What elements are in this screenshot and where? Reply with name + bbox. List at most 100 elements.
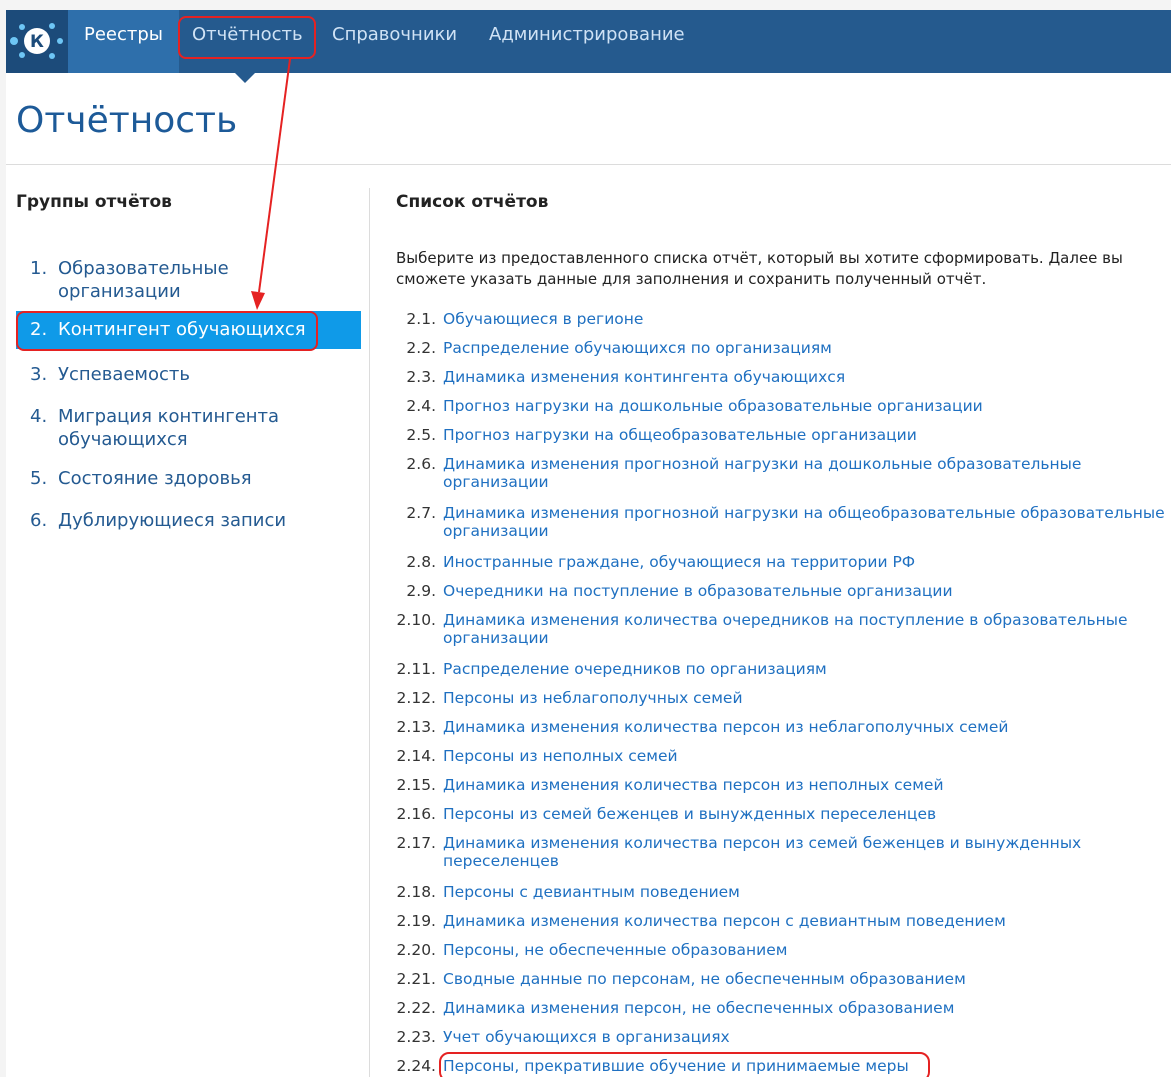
group-number: 3. xyxy=(30,364,48,385)
group-number: 2. xyxy=(30,319,48,340)
report-link[interactable]: 2.19. Динамика изменения количества персо… xyxy=(386,912,1171,941)
group-number: 4. xyxy=(30,406,48,427)
report-link[interactable]: 2.14. Персоны из неполных семей xyxy=(386,747,1171,776)
report-number: 2.10. xyxy=(396,611,436,629)
report-label[interactable]: Прогноз нагрузки на общеобразовательные … xyxy=(443,426,1171,444)
report-label[interactable]: Персоны из семей беженцев и вынужденных … xyxy=(443,805,1171,823)
report-label[interactable]: Динамика изменения контингента обучающих… xyxy=(443,368,1171,386)
group-number: 6. xyxy=(30,510,48,531)
report-number: 2.8. xyxy=(406,553,436,571)
nav-reports[interactable]: Отчётность xyxy=(176,10,319,73)
app-window: К Реестры Отчётность Справочники Админис… xyxy=(6,10,1171,1077)
report-label[interactable]: Динамика изменения количества персон с д… xyxy=(443,912,1171,930)
group-item-health[interactable]: 5. Состояние здоровья xyxy=(16,467,361,495)
report-link[interactable]: 2.16. Персоны из семей беженцев и вынужде… xyxy=(386,805,1171,834)
report-number: 2.17. xyxy=(396,834,436,852)
report-link[interactable]: 2.10. Динамика изменения количества очере… xyxy=(386,611,1171,660)
report-link[interactable]: 2.23. Учет обучающихся в организациях xyxy=(386,1028,1171,1057)
report-number: 2.12. xyxy=(396,689,436,707)
report-number: 2.5. xyxy=(406,426,436,444)
report-label[interactable]: Очередники на поступление в образователь… xyxy=(443,582,1171,600)
report-link[interactable]: 2.1. Обучающиеся в регионе xyxy=(386,310,1171,339)
group-label: Миграция контингента обучающихся xyxy=(58,406,280,450)
report-label[interactable]: Динамика изменения прогнозной нагрузки н… xyxy=(443,504,1171,540)
nav-reference-books[interactable]: Справочники xyxy=(316,10,473,73)
report-groups-list: 1. Образовательные организации 2. Контин… xyxy=(16,257,361,537)
report-label[interactable]: Учет обучающихся в организациях xyxy=(443,1028,1171,1046)
report-label[interactable]: Персоны из неблагополучных семей xyxy=(443,689,1171,707)
report-number: 2.13. xyxy=(396,718,436,736)
report-label[interactable]: Прогноз нагрузки на дошкольные образоват… xyxy=(443,397,1171,415)
report-link[interactable]: 2.12. Персоны из неблагополучных семей xyxy=(386,689,1171,718)
report-label[interactable]: Динамика изменения количества персон из … xyxy=(443,834,1093,870)
report-label[interactable]: Динамика изменения количества персон из … xyxy=(443,718,1171,736)
report-link[interactable]: 2.24. Персоны, прекратившие обучение и пр… xyxy=(386,1057,1171,1077)
report-list-heading: Список отчётов xyxy=(396,192,549,212)
report-label[interactable]: Иностранные граждане, обучающиеся на тер… xyxy=(443,553,1171,571)
report-link[interactable]: 2.8. Иностранные граждане, обучающиеся на… xyxy=(386,553,1171,582)
report-label[interactable]: Персоны из неполных семей xyxy=(443,747,1171,765)
report-groups-heading: Группы отчётов xyxy=(16,192,172,212)
page-title: Отчётность xyxy=(16,100,238,141)
report-number: 2.16. xyxy=(396,805,436,823)
group-label: Успеваемость xyxy=(58,364,191,385)
report-link[interactable]: 2.22. Динамика изменения персон, не обесп… xyxy=(386,999,1171,1028)
report-label[interactable]: Сводные данные по персонам, не обеспечен… xyxy=(443,970,1171,988)
report-number: 2.20. xyxy=(396,941,436,959)
top-navigation-bar: К Реестры Отчётность Справочники Админис… xyxy=(6,10,1171,73)
report-link[interactable]: 2.21. Сводные данные по персонам, не обес… xyxy=(386,970,1171,999)
report-number: 2.18. xyxy=(396,883,436,901)
report-link[interactable]: 2.2. Распределение обучающихся по организ… xyxy=(386,339,1171,368)
report-link[interactable]: 2.15. Динамика изменения количества персо… xyxy=(386,776,1171,805)
report-label[interactable]: Динамика изменения прогнозной нагрузки н… xyxy=(443,455,1103,491)
report-label[interactable]: Персоны, не обеспеченные образованием xyxy=(443,941,1171,959)
report-link[interactable]: 2.6. Динамика изменения прогнозной нагруз… xyxy=(386,455,1171,504)
group-item-performance[interactable]: 3. Успеваемость xyxy=(16,363,361,391)
report-link[interactable]: 2.20. Персоны, не обеспеченные образовани… xyxy=(386,941,1171,970)
report-number: 2.1. xyxy=(406,310,436,328)
report-number: 2.6. xyxy=(406,455,436,473)
report-link[interactable]: 2.17. Динамика изменения количества персо… xyxy=(386,834,1171,883)
report-number: 2.19. xyxy=(396,912,436,930)
report-list-intro: Выберите из предоставленного списка отчё… xyxy=(396,249,1123,288)
group-label: Контингент обучающихся xyxy=(58,319,306,340)
report-number: 2.15. xyxy=(396,776,436,794)
report-label[interactable]: Динамика изменения количества персон из … xyxy=(443,776,1171,794)
report-list: 2.1. Обучающиеся в регионе 2.2. Распределе… xyxy=(386,310,1171,1077)
report-number: 2.24. xyxy=(396,1057,436,1075)
report-number: 2.2. xyxy=(406,339,436,357)
report-link[interactable]: 2.11. Распределение очередников по органи… xyxy=(386,660,1171,689)
report-label[interactable]: Распределение обучающихся по организация… xyxy=(443,339,1171,357)
group-item-duplicates[interactable]: 6. Дублирующиеся записи xyxy=(16,509,361,537)
report-number: 2.14. xyxy=(396,747,436,765)
nav-administration[interactable]: Администрирование xyxy=(473,10,701,73)
report-link[interactable]: 2.3. Динамика изменения контингента обуча… xyxy=(386,368,1171,397)
nav-registries[interactable]: Реестры xyxy=(68,10,180,73)
group-number: 1. xyxy=(30,258,48,279)
report-number: 2.4. xyxy=(406,397,436,415)
report-link[interactable]: 2.4. Прогноз нагрузки на дошкольные образ… xyxy=(386,397,1171,426)
report-number: 2.7. xyxy=(406,504,436,522)
group-label: Состояние здоровья xyxy=(58,468,252,489)
group-number: 5. xyxy=(30,468,48,489)
report-label[interactable]: Динамика изменения количества очереднико… xyxy=(443,611,1143,647)
header-divider xyxy=(6,164,1171,165)
report-label[interactable]: Динамика изменения персон, не обеспеченн… xyxy=(443,999,1171,1017)
report-label[interactable]: Распределение очередников по организация… xyxy=(443,660,1171,678)
group-item-migration[interactable]: 4. Миграция контингента обучающихся xyxy=(16,405,361,453)
logo-icon: К xyxy=(10,23,63,59)
app-logo[interactable]: К xyxy=(6,10,68,73)
report-link[interactable]: 2.18. Персоны с девиантным поведением xyxy=(386,883,1171,912)
report-label[interactable]: Персоны с девиантным поведением xyxy=(443,883,1171,901)
group-item-student-contingent[interactable]: 2. Контингент обучающихся xyxy=(16,311,361,349)
group-item-educational-orgs[interactable]: 1. Образовательные организации xyxy=(16,257,361,307)
report-link[interactable]: 2.9. Очередники на поступление в образова… xyxy=(386,582,1171,611)
report-link[interactable]: 2.7. Динамика изменения прогнозной нагруз… xyxy=(386,504,1171,553)
background-edge xyxy=(1111,0,1171,10)
report-number: 2.21. xyxy=(396,970,436,988)
report-link[interactable]: 2.13. Динамика изменения количества персо… xyxy=(386,718,1171,747)
report-label[interactable]: Персоны, прекратившие обучение и принима… xyxy=(443,1057,1171,1075)
report-label[interactable]: Обучающиеся в регионе xyxy=(443,310,1171,328)
report-number: 2.23. xyxy=(396,1028,436,1046)
report-link[interactable]: 2.5. Прогноз нагрузки на общеобразователь… xyxy=(386,426,1171,455)
